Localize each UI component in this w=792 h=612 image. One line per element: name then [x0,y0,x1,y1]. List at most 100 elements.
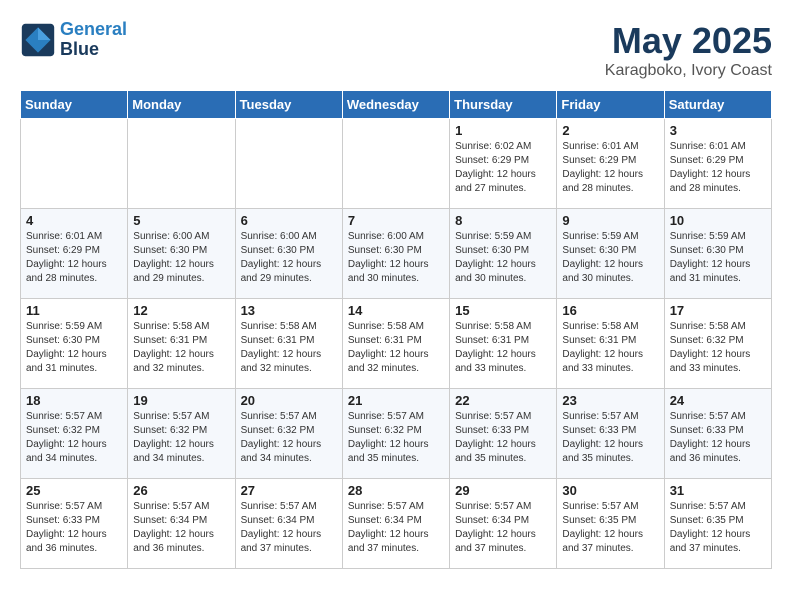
calendar-cell: 8 Sunrise: 5:59 AM Sunset: 6:30 PM Daylig… [450,209,557,299]
calendar-cell: 24 Sunrise: 5:57 AM Sunset: 6:33 PM Dayli… [664,389,771,479]
calendar-cell: 18 Sunrise: 5:57 AM Sunset: 6:32 PM Dayli… [21,389,128,479]
weekday-header-row: SundayMondayTuesdayWednesdayThursdayFrid… [21,91,772,119]
calendar-cell: 5Sunrise: 6:00 AM Sunset: 6:30 PM Daylig… [128,209,235,299]
day-info: Sunrise: 5:58 AM Sunset: 6:31 PM Dayligh… [455,320,551,376]
day-number: 21 [348,393,444,408]
day-info: Sunrise: 5:57 AM Sunset: 6:34 PM Dayligh… [241,500,337,556]
day-number: 26 [133,483,229,498]
calendar-week-5: 25 Sunrise: 5:57 AM Sunset: 6:33 PM Dayli… [21,479,772,569]
day-info: Sunrise: 5:57 AM Sunset: 6:32 PM Dayligh… [26,410,122,466]
day-number: 6 [241,213,337,228]
day-info: Sunrise: 6:01 AM Sunset: 6:29 PM Dayligh… [670,140,766,196]
calendar-week-4: 18 Sunrise: 5:57 AM Sunset: 6:32 PM Dayli… [21,389,772,479]
calendar-cell: 27 Sunrise: 5:57 AM Sunset: 6:34 PM Dayli… [235,479,342,569]
calendar-cell: 13 Sunrise: 5:58 AM Sunset: 6:31 PM Dayli… [235,299,342,389]
weekday-header-thursday: Thursday [450,91,557,119]
day-number: 23 [562,393,658,408]
day-info: Sunrise: 5:57 AM Sunset: 6:32 PM Dayligh… [241,410,337,466]
calendar-cell: 10Sunrise: 5:59 AM Sunset: 6:30 PM Dayli… [664,209,771,299]
calendar-cell: 16 Sunrise: 5:58 AM Sunset: 6:31 PM Dayli… [557,299,664,389]
day-number: 1 [455,123,551,138]
day-number: 17 [670,303,766,318]
calendar-cell: 30 Sunrise: 5:57 AM Sunset: 6:35 PM Dayli… [557,479,664,569]
calendar-cell: 2 Sunrise: 6:01 AM Sunset: 6:29 PM Daylig… [557,119,664,209]
weekday-header-sunday: Sunday [21,91,128,119]
day-info: Sunrise: 5:57 AM Sunset: 6:34 PM Dayligh… [133,500,229,556]
calendar-cell: 11 Sunrise: 5:59 AM Sunset: 6:30 PM Dayli… [21,299,128,389]
calendar-cell [235,119,342,209]
weekday-header-monday: Monday [128,91,235,119]
day-info: Sunrise: 5:59 AM Sunset: 6:30 PM Dayligh… [562,230,658,286]
day-number: 19 [133,393,229,408]
day-number: 4 [26,213,122,228]
day-number: 18 [26,393,122,408]
calendar-cell: 21 Sunrise: 5:57 AM Sunset: 6:32 PM Dayli… [342,389,449,479]
calendar-cell: 7Sunrise: 6:00 AM Sunset: 6:30 PM Daylig… [342,209,449,299]
day-number: 27 [241,483,337,498]
logo-text: General Blue [60,20,127,60]
day-number: 12 [133,303,229,318]
day-info: Sunrise: 6:01 AM Sunset: 6:29 PM Dayligh… [26,230,122,286]
day-info: Sunrise: 5:57 AM Sunset: 6:34 PM Dayligh… [348,500,444,556]
day-info: Sunrise: 5:58 AM Sunset: 6:32 PM Dayligh… [670,320,766,376]
day-info: Sunrise: 5:57 AM Sunset: 6:33 PM Dayligh… [26,500,122,556]
day-number: 16 [562,303,658,318]
day-info: Sunrise: 5:57 AM Sunset: 6:32 PM Dayligh… [348,410,444,466]
day-number: 9 [562,213,658,228]
day-number: 13 [241,303,337,318]
day-number: 8 [455,213,551,228]
calendar-cell: 4 Sunrise: 6:01 AM Sunset: 6:29 PM Daylig… [21,209,128,299]
calendar-cell: 20 Sunrise: 5:57 AM Sunset: 6:32 PM Dayli… [235,389,342,479]
weekday-header-saturday: Saturday [664,91,771,119]
calendar-cell: 6 Sunrise: 6:00 AM Sunset: 6:30 PM Daylig… [235,209,342,299]
day-number: 22 [455,393,551,408]
day-info: Sunrise: 5:58 AM Sunset: 6:31 PM Dayligh… [348,320,444,376]
day-number: 2 [562,123,658,138]
day-info: Sunrise: 6:00 AM Sunset: 6:30 PM Dayligh… [133,230,229,286]
calendar-cell: 14Sunrise: 5:58 AM Sunset: 6:31 PM Dayli… [342,299,449,389]
day-number: 30 [562,483,658,498]
calendar-week-1: 1 Sunrise: 6:02 AM Sunset: 6:29 PM Daylig… [21,119,772,209]
day-number: 25 [26,483,122,498]
day-number: 10 [670,213,766,228]
weekday-header-tuesday: Tuesday [235,91,342,119]
calendar-cell: 12 Sunrise: 5:58 AM Sunset: 6:31 PM Dayli… [128,299,235,389]
calendar-cell: 15Sunrise: 5:58 AM Sunset: 6:31 PM Dayli… [450,299,557,389]
day-info: Sunrise: 5:57 AM Sunset: 6:33 PM Dayligh… [670,410,766,466]
day-info: Sunrise: 5:59 AM Sunset: 6:30 PM Dayligh… [26,320,122,376]
calendar-cell [342,119,449,209]
day-number: 24 [670,393,766,408]
subtitle: Karagboko, Ivory Coast [605,62,772,80]
calendar-week-3: 11 Sunrise: 5:59 AM Sunset: 6:30 PM Dayli… [21,299,772,389]
logo: General Blue [20,20,127,60]
day-info: Sunrise: 5:57 AM Sunset: 6:33 PM Dayligh… [562,410,658,466]
day-number: 20 [241,393,337,408]
day-info: Sunrise: 5:57 AM Sunset: 6:35 PM Dayligh… [562,500,658,556]
calendar-cell: 17 Sunrise: 5:58 AM Sunset: 6:32 PM Dayli… [664,299,771,389]
calendar-cell: 22 Sunrise: 5:57 AM Sunset: 6:33 PM Dayli… [450,389,557,479]
calendar-cell [21,119,128,209]
day-info: Sunrise: 5:57 AM Sunset: 6:32 PM Dayligh… [133,410,229,466]
day-info: Sunrise: 6:00 AM Sunset: 6:30 PM Dayligh… [241,230,337,286]
day-number: 29 [455,483,551,498]
title-block: May 2025 Karagboko, Ivory Coast [605,20,772,80]
day-info: Sunrise: 5:57 AM Sunset: 6:33 PM Dayligh… [455,410,551,466]
day-number: 11 [26,303,122,318]
calendar-cell: 19 Sunrise: 5:57 AM Sunset: 6:32 PM Dayli… [128,389,235,479]
day-info: Sunrise: 6:02 AM Sunset: 6:29 PM Dayligh… [455,140,551,196]
day-info: Sunrise: 5:57 AM Sunset: 6:35 PM Dayligh… [670,500,766,556]
calendar-week-2: 4 Sunrise: 6:01 AM Sunset: 6:29 PM Daylig… [21,209,772,299]
logo-icon [20,22,56,58]
day-info: Sunrise: 5:58 AM Sunset: 6:31 PM Dayligh… [562,320,658,376]
calendar-cell: 31Sunrise: 5:57 AM Sunset: 6:35 PM Dayli… [664,479,771,569]
day-number: 7 [348,213,444,228]
day-info: Sunrise: 5:59 AM Sunset: 6:30 PM Dayligh… [455,230,551,286]
day-info: Sunrise: 5:57 AM Sunset: 6:34 PM Dayligh… [455,500,551,556]
page: General Blue May 2025 Karagboko, Ivory C… [0,0,792,579]
calendar-cell: 29 Sunrise: 5:57 AM Sunset: 6:34 PM Dayli… [450,479,557,569]
day-info: Sunrise: 5:58 AM Sunset: 6:31 PM Dayligh… [241,320,337,376]
weekday-header-friday: Friday [557,91,664,119]
calendar-cell: 1 Sunrise: 6:02 AM Sunset: 6:29 PM Daylig… [450,119,557,209]
day-info: Sunrise: 6:01 AM Sunset: 6:29 PM Dayligh… [562,140,658,196]
day-info: Sunrise: 5:58 AM Sunset: 6:31 PM Dayligh… [133,320,229,376]
